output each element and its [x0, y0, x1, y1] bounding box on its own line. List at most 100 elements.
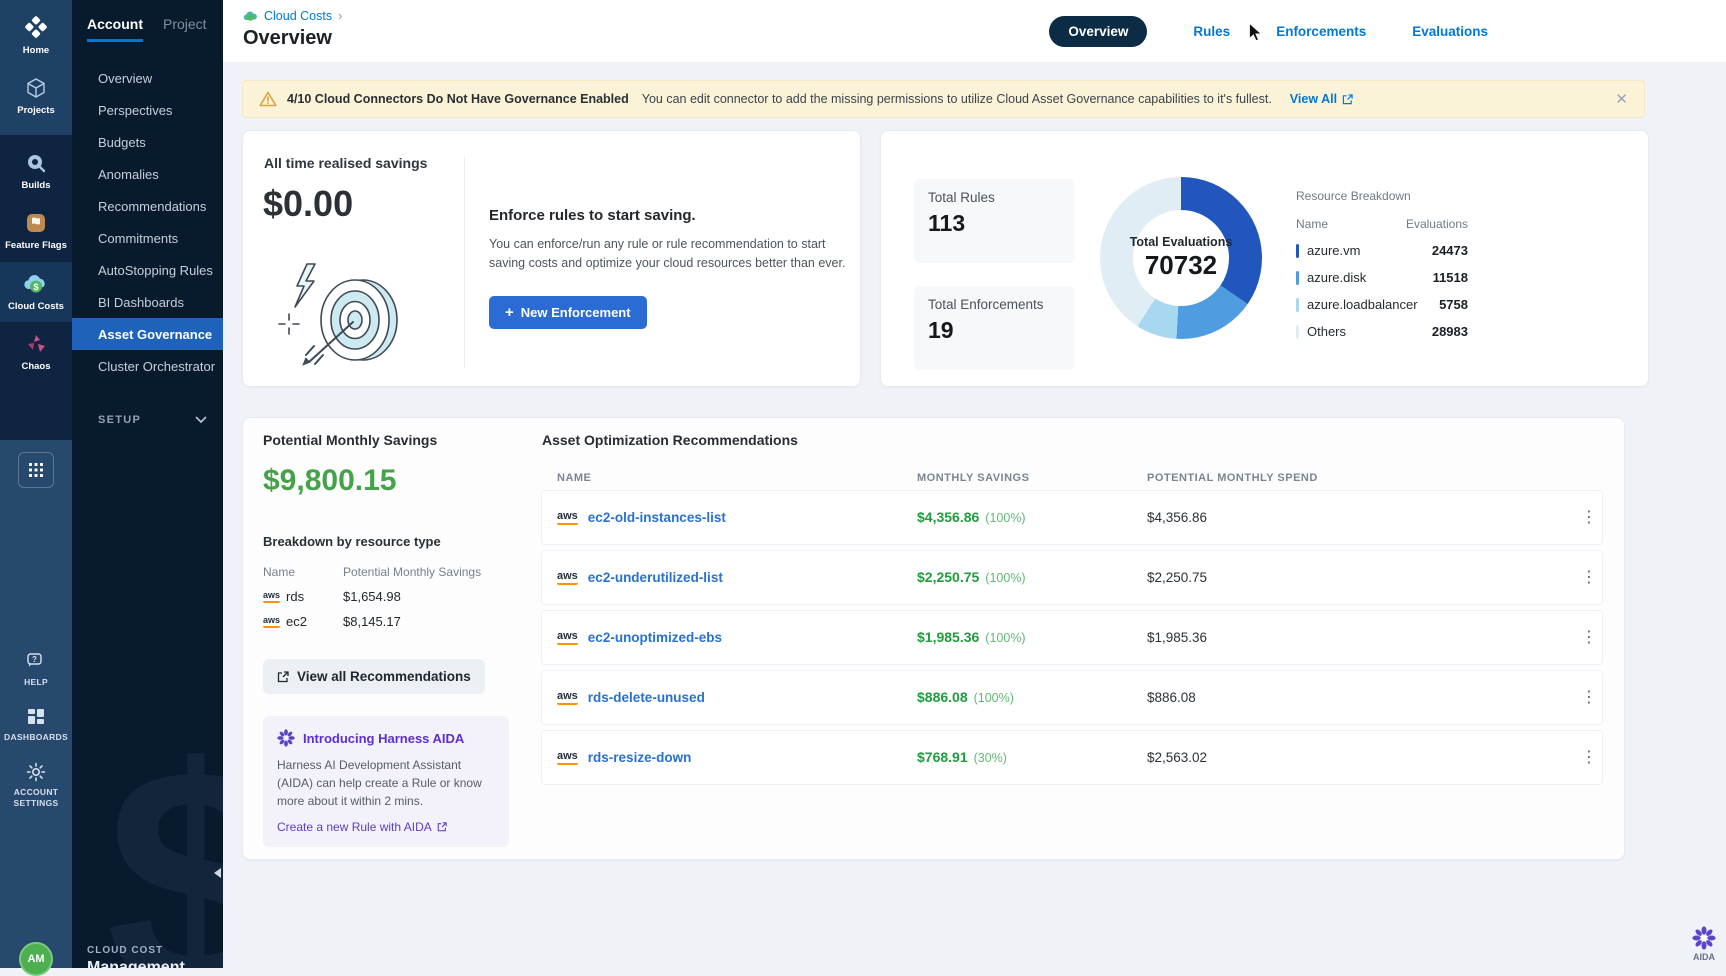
harness-ccm-overview: { "icons": { "close": "✕", "kebab": "⋮",… [0, 0, 1726, 968]
realised-savings-title: All time realised savings [264, 155, 427, 171]
legend-header: Name Evaluations [1296, 217, 1468, 231]
module-grid-button[interactable] [18, 452, 54, 488]
user-avatar[interactable]: AM [19, 942, 53, 976]
sidebar-item-budgets[interactable]: Budgets [72, 126, 223, 158]
rail-spacer [0, 492, 72, 642]
donut-center-label: Total Evaluations [1130, 235, 1233, 249]
tab-rules[interactable]: Rules [1193, 24, 1230, 39]
warning-icon [259, 91, 277, 107]
help-button[interactable]: ? HELP [0, 642, 72, 697]
module-chaos[interactable]: Chaos [0, 322, 72, 382]
enforce-promo: Enforce rules to start saving. You can e… [489, 207, 859, 329]
banner-view-all-link[interactable]: View All [1290, 92, 1353, 106]
legend-col-name: Name [1296, 217, 1328, 231]
plus-icon: + [505, 305, 514, 320]
tab-account[interactable]: Account [87, 16, 143, 42]
aida-flower-icon [1692, 926, 1716, 950]
sidebar-item-autostopping-rules[interactable]: AutoStopping Rules [72, 254, 223, 286]
potential-savings-column: Potential Monthly Savings $9,800.15 Brea… [263, 432, 513, 847]
aws-icon: aws [263, 616, 280, 628]
aws-icon: aws [557, 751, 578, 765]
tab-project[interactable]: Project [163, 16, 207, 42]
table-row[interactable]: aws ec2-underutilized-list $2,250.75(100… [542, 551, 1602, 604]
grid-icon [28, 462, 44, 478]
view-all-recommendations-button[interactable]: View all Recommendations [263, 659, 485, 694]
dashboards-icon [26, 707, 46, 727]
new-enforcement-button[interactable]: + New Enforcement [489, 296, 647, 329]
row-savings-percent: (100%) [974, 691, 1014, 705]
module-builds[interactable]: Builds [0, 141, 72, 201]
total-rules-stat: Total Rules 113 [914, 179, 1075, 263]
banner-close-button[interactable]: ✕ [1615, 90, 1628, 108]
module-projects-label: Projects [17, 105, 55, 116]
tab-enforcements[interactable]: Enforcements [1276, 24, 1366, 39]
sidebar-item-recommendations[interactable]: Recommendations [72, 190, 223, 222]
module-projects[interactable]: Projects [0, 66, 72, 126]
sidebar-item-perspectives[interactable]: Perspectives [72, 94, 223, 126]
asset-optimization-section: Asset Optimization Recommendations NAME … [542, 432, 1602, 784]
recommendations-card: Potential Monthly Savings $9,800.15 Brea… [242, 417, 1625, 860]
card-divider [464, 157, 465, 368]
table-row[interactable]: aws ec2-old-instances-list $4,356.86(100… [542, 491, 1602, 544]
legend-row: azure.vm 24473 [1296, 243, 1468, 258]
new-enforcement-label: New Enforcement [521, 305, 631, 320]
aws-icon: aws [557, 571, 578, 585]
breadcrumb-separator: › [338, 9, 342, 23]
row-potential-spend: $2,563.02 [1147, 750, 1576, 765]
cloud-costs-crumb-icon [243, 10, 258, 22]
tab-evaluations[interactable]: Evaluations [1412, 24, 1488, 39]
banner-view-all-label: View All [1290, 92, 1337, 106]
table-row[interactable]: aws rds-resize-down $768.91(30%) $2,563.… [542, 731, 1602, 784]
sidebar-setup-toggle[interactable]: SETUP [72, 406, 223, 434]
aida-fab[interactable]: AIDA [1692, 926, 1716, 962]
governance-tabs: Overview Rules Enforcements Evaluations [1049, 16, 1488, 47]
aida-create-rule-link[interactable]: Create a new Rule with AIDA [277, 820, 495, 834]
aws-icon: aws [557, 511, 578, 525]
module-feature-flags[interactable]: Feature Flags [0, 201, 72, 261]
recommendation-link[interactable]: ec2-unoptimized-ebs [588, 630, 722, 645]
recommendation-link[interactable]: ec2-old-instances-list [588, 510, 726, 525]
sidebar-item-overview[interactable]: Overview [72, 62, 223, 94]
resource-breakdown-legend: Resource Breakdown Name Evaluations azur… [1296, 189, 1468, 339]
recommendation-link[interactable]: ec2-underutilized-list [588, 570, 723, 585]
breakdown-row: aws rds $1,654.98 [263, 589, 513, 604]
sidebar-item-asset-governance[interactable]: Asset Governance [72, 318, 223, 350]
sidebar-item-bi-dashboards[interactable]: BI Dashboards [72, 286, 223, 318]
row-monthly-savings: $2,250.75 [917, 569, 979, 585]
svg-text:?: ? [32, 655, 37, 664]
module-cloud-costs-label: Cloud Costs [8, 301, 64, 312]
breakdown-col-savings: Potential Monthly Savings [343, 565, 481, 579]
module-home[interactable]: Home [0, 4, 72, 66]
recommendation-link[interactable]: rds-resize-down [588, 750, 692, 765]
module-feature-flags-label: Feature Flags [5, 240, 67, 251]
account-settings-button[interactable]: ACCOUNT SETTINGS [0, 752, 72, 817]
help-label: HELP [24, 677, 48, 687]
realised-savings-card: All time realised savings $0.00 [242, 130, 861, 387]
legend-name-azure-disk: azure.disk [1307, 270, 1366, 285]
recommendation-link[interactable]: rds-delete-unused [588, 690, 705, 705]
sidebar-item-anomalies[interactable]: Anomalies [72, 158, 223, 190]
table-row[interactable]: aws ec2-unoptimized-ebs $1,985.36(100%) … [542, 611, 1602, 664]
breadcrumb-cloud-costs[interactable]: Cloud Costs [264, 9, 332, 23]
row-savings-percent: (100%) [985, 511, 1025, 525]
total-rules-value: 113 [928, 210, 1061, 237]
svg-text:$: $ [33, 282, 39, 293]
total-enforcements-label: Total Enforcements [928, 297, 1061, 312]
tab-overview[interactable]: Overview [1049, 16, 1147, 47]
module-cloud-costs[interactable]: $ Cloud Costs [0, 262, 72, 322]
breadcrumb: Cloud Costs › [243, 9, 342, 23]
row-kebab-menu[interactable]: ⋮ [1576, 750, 1602, 766]
aida-promo-header: Introducing Harness AIDA [277, 729, 495, 747]
dashboards-button[interactable]: DASHBOARDS [0, 697, 72, 752]
row-kebab-menu[interactable]: ⋮ [1576, 630, 1602, 646]
row-kebab-menu[interactable]: ⋮ [1576, 570, 1602, 586]
sidebar-item-cluster-orchestrator[interactable]: Cluster Orchestrator [72, 350, 223, 382]
sidebar-item-commitments[interactable]: Commitments [72, 222, 223, 254]
row-kebab-menu[interactable]: ⋮ [1576, 510, 1602, 526]
table-row[interactable]: aws rds-delete-unused $886.08(100%) $886… [542, 671, 1602, 724]
recommendations-table-header: NAME MONTHLY SAVINGS POTENTIAL MONTHLY S… [542, 472, 1602, 484]
donut-center: Total Evaluations 70732 [1133, 210, 1229, 306]
sidebar-collapse-handle[interactable] [214, 868, 221, 878]
row-kebab-menu[interactable]: ⋮ [1576, 690, 1602, 706]
module-builds-label: Builds [21, 180, 50, 191]
